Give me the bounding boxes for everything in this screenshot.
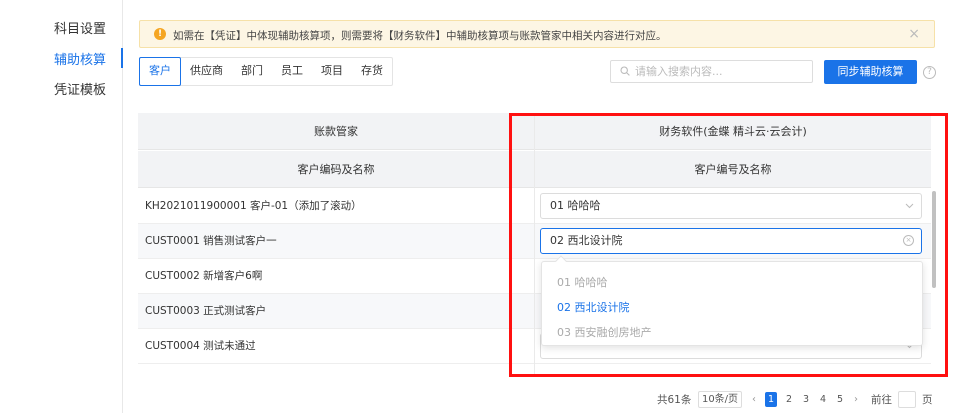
sidebar: 科目设置 辅助核算 凭证模板	[0, 0, 123, 413]
page-3[interactable]: 3	[800, 392, 812, 407]
prev-page-icon[interactable]: ‹	[752, 392, 756, 407]
next-page-icon[interactable]: ›	[854, 392, 858, 407]
tab-bar: 客户 供应商 部门 员工 项目 存货	[139, 57, 393, 86]
info-alert: ! 如需在【凭证】中体现辅助核算项，则需要将【财务软件】中辅助核算项与账款管家中…	[139, 20, 935, 48]
goto-page-input[interactable]	[898, 391, 916, 408]
customer-cell: CUST0004 测试未通过	[145, 340, 256, 352]
table-scrollbar[interactable]	[931, 188, 937, 375]
search-box	[610, 60, 813, 83]
select-value: 02 西北设计院	[550, 234, 623, 247]
customer-select[interactable]: 02 西北设计院 ×	[540, 228, 922, 254]
tab-inventory[interactable]: 存货	[352, 58, 392, 85]
dropdown-option[interactable]: 03 西安融创房地产	[557, 324, 652, 340]
clear-icon[interactable]: ×	[903, 235, 914, 246]
goto-label: 前往	[871, 394, 892, 406]
page-1[interactable]: 1	[765, 392, 777, 407]
tab-supplier[interactable]: 供应商	[181, 58, 232, 85]
page-unit-label: 页	[922, 394, 933, 406]
select-dropdown: 01 哈哈哈 02 西北设计院 03 西安融创房地产	[541, 255, 923, 346]
page-5[interactable]: 5	[834, 392, 846, 407]
sidebar-item-auxiliary-accounting[interactable]: 辅助核算	[54, 49, 106, 68]
header-group-right: 财务软件(金蝶 精斗云·云会计)	[535, 113, 931, 150]
customer-cell: CUST0001 销售测试客户一	[145, 235, 277, 247]
customer-cell: CUST0002 新增客户6啊	[145, 270, 263, 282]
customer-cell: CUST0003 正式测试客户	[145, 305, 267, 317]
help-icon[interactable]: ?	[923, 66, 936, 79]
page-2[interactable]: 2	[783, 392, 795, 407]
alert-text: 如需在【凭证】中体现辅助核算项，则需要将【财务软件】中辅助核算项与账款管家中相关…	[173, 30, 667, 42]
header-col-left: 客户编码及名称	[138, 151, 534, 188]
tab-employee[interactable]: 员工	[272, 58, 312, 85]
search-input[interactable]	[635, 64, 805, 79]
pagination-total: 共61条	[657, 394, 692, 406]
tab-project[interactable]: 项目	[312, 58, 352, 85]
select-value: 01 哈哈哈	[550, 199, 601, 212]
warning-icon: !	[154, 28, 166, 40]
header-group-left: 账款管家	[138, 113, 534, 150]
column-divider	[534, 113, 535, 375]
page-4[interactable]: 4	[817, 392, 829, 407]
tab-department[interactable]: 部门	[232, 58, 272, 85]
scroll-thumb[interactable]	[932, 191, 936, 288]
page-size-select[interactable]: 10条/页	[698, 391, 742, 408]
search-icon	[620, 66, 630, 76]
sidebar-item-voucher-template[interactable]: 凭证模板	[54, 79, 106, 98]
header-col-right: 客户编号及名称	[535, 151, 931, 188]
sidebar-item-subject-settings[interactable]: 科目设置	[54, 18, 106, 37]
dropdown-option-selected[interactable]: 02 西北设计院	[557, 299, 630, 315]
customer-select[interactable]: 01 哈哈哈	[540, 193, 922, 219]
customer-cell: KH2021011900001 客户-01（添加了滚动）	[145, 200, 362, 212]
sidebar-active-indicator	[121, 48, 123, 68]
sync-auxiliary-button[interactable]: 同步辅助核算	[824, 60, 917, 84]
dropdown-option[interactable]: 01 哈哈哈	[557, 274, 608, 290]
close-icon[interactable]: ×	[908, 26, 920, 42]
chevron-down-icon	[905, 203, 914, 209]
tab-customer[interactable]: 客户	[139, 57, 181, 86]
